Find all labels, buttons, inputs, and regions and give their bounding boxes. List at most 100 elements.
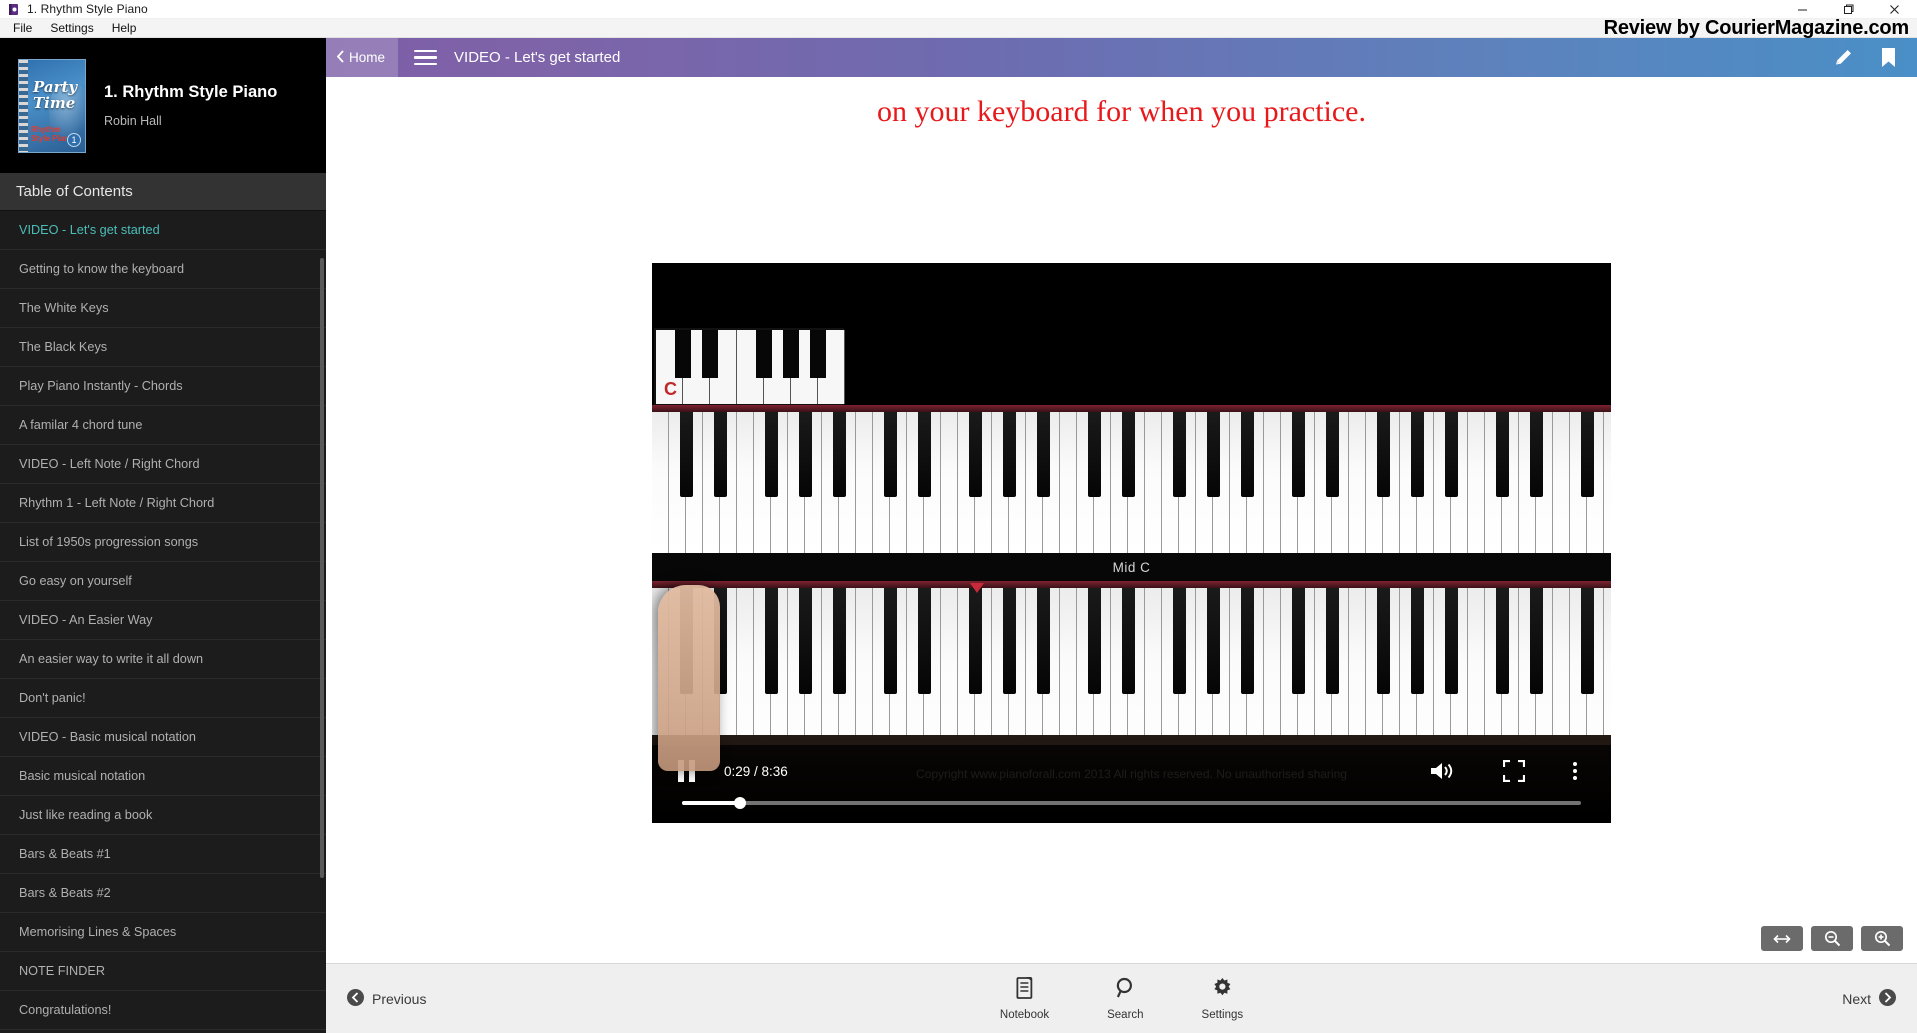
mid-c-marker-icon xyxy=(970,583,984,593)
book-meta: 1. Rhythm Style Piano Robin Hall xyxy=(104,83,277,128)
keyboard-felt-strip xyxy=(652,405,1611,412)
video-controls: 0:29 / 8:36 xyxy=(652,745,1611,823)
book-title: 1. Rhythm Style Piano xyxy=(104,83,278,101)
book-cover-thumbnail: Party Time Rhythm Style Piano 1 xyxy=(18,58,86,153)
fullscreen-icon[interactable] xyxy=(1503,760,1525,782)
menu-help[interactable]: Help xyxy=(103,20,146,36)
piano-black-key xyxy=(1495,588,1509,695)
toc-list: VIDEO - Let's get started Getting to kno… xyxy=(0,211,326,1033)
toc-item-the-black-keys[interactable]: The Black Keys xyxy=(0,328,326,367)
piano-black-key xyxy=(1036,588,1050,695)
page-title: VIDEO - Let's get started xyxy=(454,49,621,66)
piano-white-key xyxy=(856,412,873,553)
toc-item-rhythm-1-left-note-right-chord[interactable]: Rhythm 1 - Left Note / Right Chord xyxy=(0,484,326,523)
piano-white-key xyxy=(1604,412,1611,553)
piano-black-key xyxy=(1172,588,1186,695)
piano-white-key xyxy=(652,412,669,553)
toc-item-getting-to-know-the-keyboard[interactable]: Getting to know the keyboard xyxy=(0,250,326,289)
previous-button[interactable]: Previous xyxy=(346,988,426,1010)
toc-item-an-easier-way-to-write-it-all-down[interactable]: An easier way to write it all down xyxy=(0,640,326,679)
zoom-out-icon[interactable] xyxy=(1811,926,1853,951)
piano-black-key xyxy=(1240,588,1254,695)
video-upper-black-area: C xyxy=(652,263,1611,406)
volume-icon[interactable] xyxy=(1429,760,1455,782)
toc-item-congratulations[interactable]: Congratulations! xyxy=(0,991,326,1030)
chevron-left-icon xyxy=(336,49,345,66)
kebab-menu-icon[interactable] xyxy=(1573,762,1577,780)
piano-black-key xyxy=(1291,588,1305,695)
piano-black-key xyxy=(764,588,778,695)
piano-black-key xyxy=(1087,588,1101,695)
window-title: 1. Rhythm Style Piano xyxy=(27,2,148,16)
page-canvas: on your keyboard for when you practice. xyxy=(326,77,1917,963)
piano-white-key xyxy=(1553,412,1570,553)
piano-black-key xyxy=(1172,412,1186,497)
home-button[interactable]: Home xyxy=(326,38,399,77)
toc-item-go-easy-on-yourself[interactable]: Go easy on yourself xyxy=(0,562,326,601)
toc-item-dont-panic[interactable]: Don't panic! xyxy=(0,679,326,718)
piano-black-key xyxy=(1121,588,1135,695)
toc-item-play-piano-instantly-chords[interactable]: Play Piano Instantly - Chords xyxy=(0,367,326,406)
video-progress-fill xyxy=(682,801,741,805)
piano-black-key xyxy=(917,588,931,695)
mid-c-label: Mid C xyxy=(1112,559,1151,575)
piano-black-key xyxy=(1002,588,1016,695)
next-button[interactable]: Next xyxy=(1842,988,1897,1010)
piano-white-key xyxy=(1468,412,1485,553)
piano-black-key xyxy=(1529,412,1543,497)
settings-label: Settings xyxy=(1201,1009,1244,1021)
toc-item-basic-musical-notation[interactable]: Basic musical notation xyxy=(0,757,326,796)
zoom-controls xyxy=(1761,926,1903,951)
search-icon xyxy=(1114,976,1136,1005)
toc-item-the-white-keys[interactable]: The White Keys xyxy=(0,289,326,328)
toc-item-list-of-1950s-progression-songs[interactable]: List of 1950s progression songs xyxy=(0,523,326,562)
toc-item-memorising-lines-and-spaces[interactable]: Memorising Lines & Spaces xyxy=(0,913,326,952)
notebook-button[interactable]: Notebook xyxy=(1000,976,1049,1021)
bookmark-icon[interactable] xyxy=(1880,47,1897,68)
notebook-icon xyxy=(1013,976,1035,1005)
piano-black-key xyxy=(968,588,982,695)
piano-black-key xyxy=(1580,412,1594,497)
zoom-in-icon[interactable] xyxy=(1861,926,1903,951)
menu-bar: File Settings Help Review by CourierMaga… xyxy=(0,17,1917,39)
toc-item-bars-and-beats-2[interactable]: Bars & Beats #2 xyxy=(0,874,326,913)
toc-item-video-basic-musical-notation[interactable]: VIDEO - Basic musical notation xyxy=(0,718,326,757)
piano-black-key xyxy=(1444,412,1458,497)
toc-item-a-familar-4-chord-tune[interactable]: A familar 4 chord tune xyxy=(0,406,326,445)
bottom-actions: Notebook Search Settings xyxy=(1000,976,1243,1021)
toc-item-video-an-easier-way[interactable]: VIDEO - An Easier Way xyxy=(0,601,326,640)
piano-black-key xyxy=(1240,412,1254,497)
menu-settings[interactable]: Settings xyxy=(41,20,102,36)
cover-line-2: Time xyxy=(33,93,76,112)
mid-c-strip: Mid C xyxy=(652,553,1611,581)
piano-white-key xyxy=(941,412,958,553)
piano-black-key xyxy=(1036,412,1050,497)
fit-width-icon[interactable] xyxy=(1761,926,1803,951)
settings-button[interactable]: Settings xyxy=(1201,976,1244,1021)
next-label: Next xyxy=(1842,990,1871,1007)
book-header: Party Time Rhythm Style Piano 1 1. Rhyth… xyxy=(0,38,326,173)
toc-item-video-lets-get-started[interactable]: VIDEO - Let's get started xyxy=(0,211,326,250)
pencil-icon[interactable] xyxy=(1833,47,1854,68)
menu-file[interactable]: File xyxy=(4,20,41,36)
toc-item-bars-and-beats-1[interactable]: Bars & Beats #1 xyxy=(0,835,326,874)
piano-black-key xyxy=(1529,588,1543,695)
app-icon xyxy=(6,2,20,16)
sidebar-scrollbar[interactable] xyxy=(320,258,324,878)
pianist-hand xyxy=(658,585,720,771)
toc-item-just-like-reading-a-book[interactable]: Just like reading a book xyxy=(0,796,326,835)
piano-black-key xyxy=(1325,412,1339,497)
piano-white-key xyxy=(1145,412,1162,553)
hamburger-icon[interactable] xyxy=(414,49,438,66)
video-player[interactable]: C Mid C 0:29 / 8:36 xyxy=(652,263,1611,823)
video-progress-bar[interactable] xyxy=(682,797,1581,809)
piano-black-key xyxy=(883,412,897,497)
toc-item-note-finder[interactable]: NOTE FINDER xyxy=(0,952,326,991)
keyboard-keys-upper xyxy=(652,412,1611,553)
video-controls-row: 0:29 / 8:36 xyxy=(652,755,1611,787)
piano-black-key xyxy=(883,588,897,695)
video-progress-handle[interactable] xyxy=(734,797,747,809)
piano-black-key xyxy=(1376,588,1390,695)
toc-item-video-left-note-right-chord[interactable]: VIDEO - Left Note / Right Chord xyxy=(0,445,326,484)
search-button[interactable]: Search xyxy=(1107,976,1144,1021)
